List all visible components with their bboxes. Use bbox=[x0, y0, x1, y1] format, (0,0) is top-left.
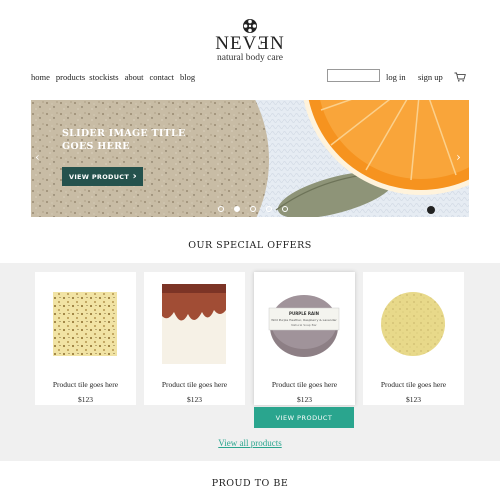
slide-title-line2: GOES HERE bbox=[62, 141, 130, 152]
slide-title: SLIDER IMAGE TITLE GOES HERE bbox=[62, 127, 186, 153]
slider-dot[interactable] bbox=[250, 206, 256, 212]
brand-tagline: natural body care bbox=[217, 53, 283, 63]
product-card-hovered[interactable]: PURPLE RAIN Wild Purple Heather, Raspber… bbox=[254, 272, 355, 405]
chevron-right-icon: › bbox=[132, 171, 137, 182]
hero-button-label: VIEW PRODUCT bbox=[69, 172, 130, 181]
product-price: $123 bbox=[187, 395, 202, 404]
product-title: Product tile goes here bbox=[380, 380, 447, 389]
product-card[interactable]: Product tile goes here $123 bbox=[35, 272, 136, 405]
product-card[interactable]: Product tile goes here $123 bbox=[144, 272, 245, 405]
main-nav: home products stockists about contact blog bbox=[31, 72, 201, 82]
cart-icon[interactable] bbox=[454, 72, 466, 82]
hero-slider[interactable] bbox=[31, 100, 469, 217]
offers-title: OUR SPECIAL OFFERS bbox=[188, 240, 312, 251]
hero-view-product-button[interactable]: VIEW PRODUCT › bbox=[62, 167, 143, 186]
nav-item-contact[interactable]: contact bbox=[149, 72, 174, 82]
product-card[interactable]: Product tile goes here $123 bbox=[363, 272, 464, 405]
slider-dot[interactable] bbox=[218, 206, 224, 212]
slider-dots bbox=[218, 206, 288, 212]
slide-title-line1: SLIDER IMAGE TITLE bbox=[62, 128, 186, 139]
product-title: Product tile goes here bbox=[271, 380, 338, 389]
product-price: $123 bbox=[297, 395, 312, 404]
soap-label-title: PURPLE RAIN bbox=[289, 311, 319, 316]
view-product-button[interactable]: VIEW PRODUCT bbox=[254, 407, 354, 428]
soap-label-type: Natural Soap Bar bbox=[291, 323, 317, 327]
product-image bbox=[381, 292, 445, 356]
arrow-right-icon[interactable]: › bbox=[456, 150, 461, 164]
nav-item-products[interactable]: products bbox=[56, 72, 85, 82]
login-link[interactable]: log in bbox=[386, 72, 406, 82]
soap-label-desc: Wild Purple Heather, Raspberry & Lavende… bbox=[271, 318, 337, 322]
product-title: Product tile goes here bbox=[161, 380, 228, 389]
slider-dot[interactable] bbox=[282, 206, 288, 212]
signup-link[interactable]: sign up bbox=[418, 72, 443, 82]
logo-mark-icon bbox=[243, 19, 257, 33]
nav-item-stockists[interactable]: stockists bbox=[89, 72, 118, 82]
product-image bbox=[162, 284, 226, 364]
brand-logo[interactable]: NEVƎN natural body care bbox=[0, 18, 500, 63]
nav-item-home[interactable]: home bbox=[31, 72, 50, 82]
slider-dot-active[interactable] bbox=[234, 206, 240, 212]
proud-title: PROUD TO BE bbox=[211, 478, 289, 489]
product-price: $123 bbox=[406, 395, 421, 404]
nav-item-about[interactable]: about bbox=[125, 72, 144, 82]
hero-image bbox=[31, 100, 469, 217]
brand-name: NEVƎN bbox=[215, 33, 285, 54]
product-price: $123 bbox=[78, 395, 93, 404]
slider-dot[interactable] bbox=[266, 206, 272, 212]
product-image bbox=[53, 292, 117, 356]
view-all-products-link[interactable]: View all products bbox=[0, 438, 500, 448]
nav-item-blog[interactable]: blog bbox=[180, 72, 195, 82]
search-input[interactable] bbox=[327, 69, 380, 82]
product-title: Product tile goes here bbox=[52, 380, 119, 389]
arrow-left-icon[interactable]: ‹ bbox=[35, 150, 40, 164]
